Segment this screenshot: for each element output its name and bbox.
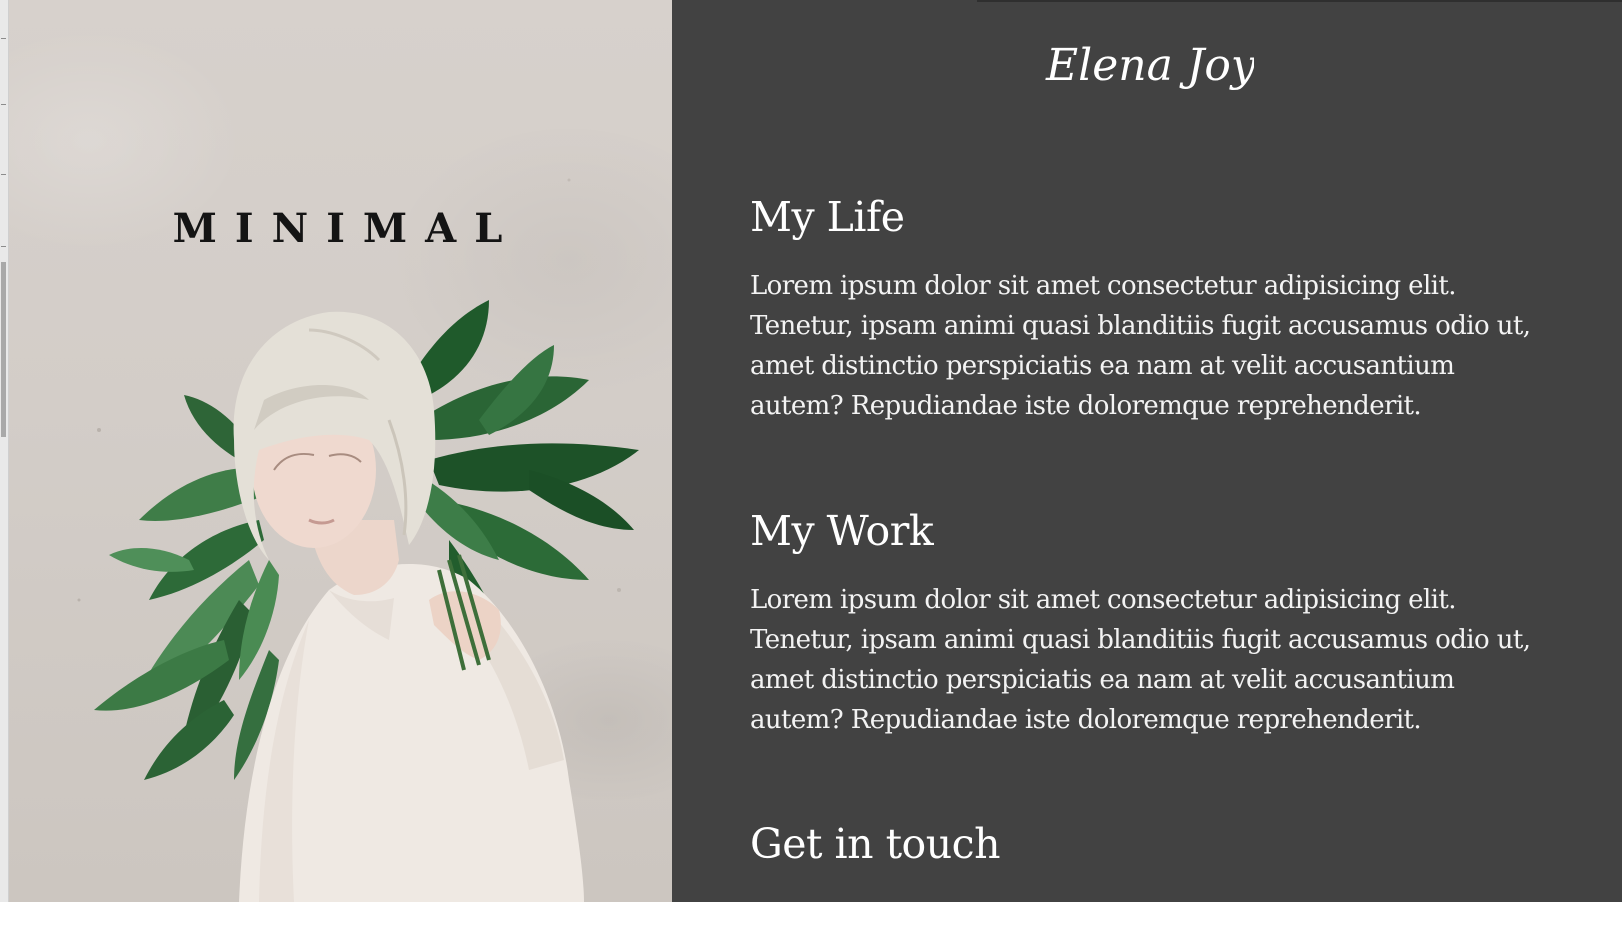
window-scrollbar[interactable]: [0, 0, 9, 933]
section-title-my-work: My Work: [750, 507, 934, 555]
hero-panel: MINIMAL: [9, 0, 672, 902]
section-title-my-life: My Life: [750, 193, 905, 241]
brand-name: Elena Joy: [1045, 40, 1254, 91]
scrollbar-tick: [1, 174, 6, 175]
brand-logo[interactable]: Elena Joy: [1044, 28, 1257, 108]
top-divider: [977, 0, 1622, 2]
scrollbar-tick: [1, 104, 6, 105]
section-title-get-in-touch: Get in touch: [750, 820, 1001, 868]
content-panel: Elena Joy My Life Lorem ipsum dolor sit …: [672, 0, 1622, 902]
page: MINIMAL Elena Joy My Life Lorem ipsum do…: [0, 0, 1622, 933]
scrollbar-tick: [1, 246, 6, 247]
brand-signature: Elena Joy: [1045, 40, 1257, 91]
scrollbar-thumb[interactable]: [1, 262, 6, 437]
scrollbar-arrow-icon[interactable]: [1, 38, 6, 39]
page-bottom-margin: [0, 902, 1622, 933]
section-body-my-work: Lorem ipsum dolor sit amet consectetur a…: [750, 585, 1531, 735]
hero-photo: [77, 178, 639, 902]
hero-title: MINIMAL: [172, 205, 521, 252]
section-body-my-life: Lorem ipsum dolor sit amet consectetur a…: [750, 271, 1531, 421]
